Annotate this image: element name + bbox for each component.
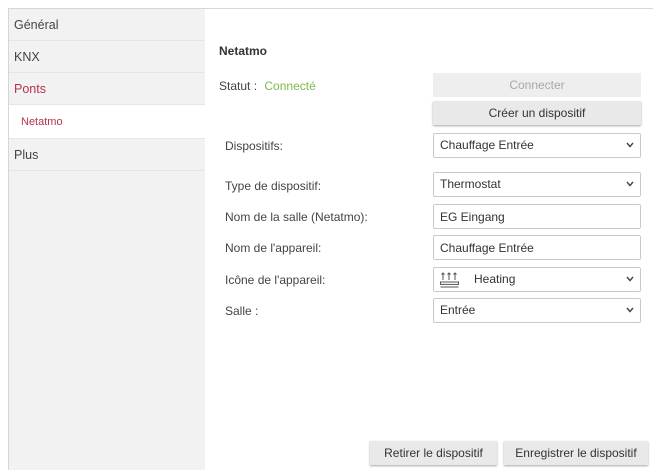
device-icon-select[interactable]: Heating — [433, 267, 641, 292]
heating-icon — [439, 271, 461, 289]
sidebar-item-ponts[interactable]: Ponts — [9, 73, 205, 105]
chevron-down-icon — [626, 276, 634, 282]
status-value: Connecté — [264, 79, 316, 93]
sidebar-subitem-netatmo[interactable]: Netatmo — [9, 105, 205, 139]
netatmo-room-label: Nom de la salle (Netatmo): — [225, 210, 368, 224]
device-icon-value: Heating — [474, 272, 516, 286]
device-icon-label: Icône de l'appareil: — [225, 273, 326, 287]
save-device-button[interactable]: Enregistrer le dispositif — [504, 441, 648, 465]
section-title: Netatmo — [219, 44, 268, 58]
sidebar-item-knx[interactable]: KNX — [9, 41, 205, 73]
sidebar-item-plus[interactable]: Plus — [9, 139, 205, 171]
devices-select-value: Chauffage Entrée — [440, 138, 534, 152]
status-line: Statut : Connecté — [219, 79, 316, 93]
room-select[interactable]: Entrée — [433, 298, 641, 323]
device-type-value: Thermostat — [440, 177, 501, 191]
device-type-label: Type de dispositif: — [225, 179, 322, 193]
remove-device-button[interactable]: Retirer le dispositif — [370, 441, 497, 465]
devices-label: Dispositifs: — [225, 139, 284, 153]
room-label: Salle : — [225, 304, 259, 318]
status-label: Statut : — [219, 79, 258, 93]
main-panel: Netatmo Statut : Connecté Connecter Crée… — [205, 9, 653, 470]
room-select-value: Entrée — [440, 303, 476, 317]
chevron-down-icon — [626, 181, 634, 187]
chevron-down-icon — [626, 142, 634, 148]
chevron-down-icon — [626, 307, 634, 313]
settings-window: Général KNX Ponts Netatmo Plus Netatmo S… — [8, 8, 653, 470]
device-name-input[interactable] — [433, 235, 641, 260]
create-device-button[interactable]: Créer un dispositif — [433, 101, 641, 125]
device-type-select[interactable]: Thermostat — [433, 172, 641, 197]
sidebar-item-general[interactable]: Général — [9, 9, 205, 41]
device-name-label: Nom de l'appareil: — [225, 241, 322, 255]
netatmo-room-input[interactable] — [433, 204, 641, 229]
sidebar: Général KNX Ponts Netatmo Plus — [9, 9, 205, 470]
devices-select[interactable]: Chauffage Entrée — [433, 133, 641, 158]
connect-button[interactable]: Connecter — [433, 73, 641, 97]
